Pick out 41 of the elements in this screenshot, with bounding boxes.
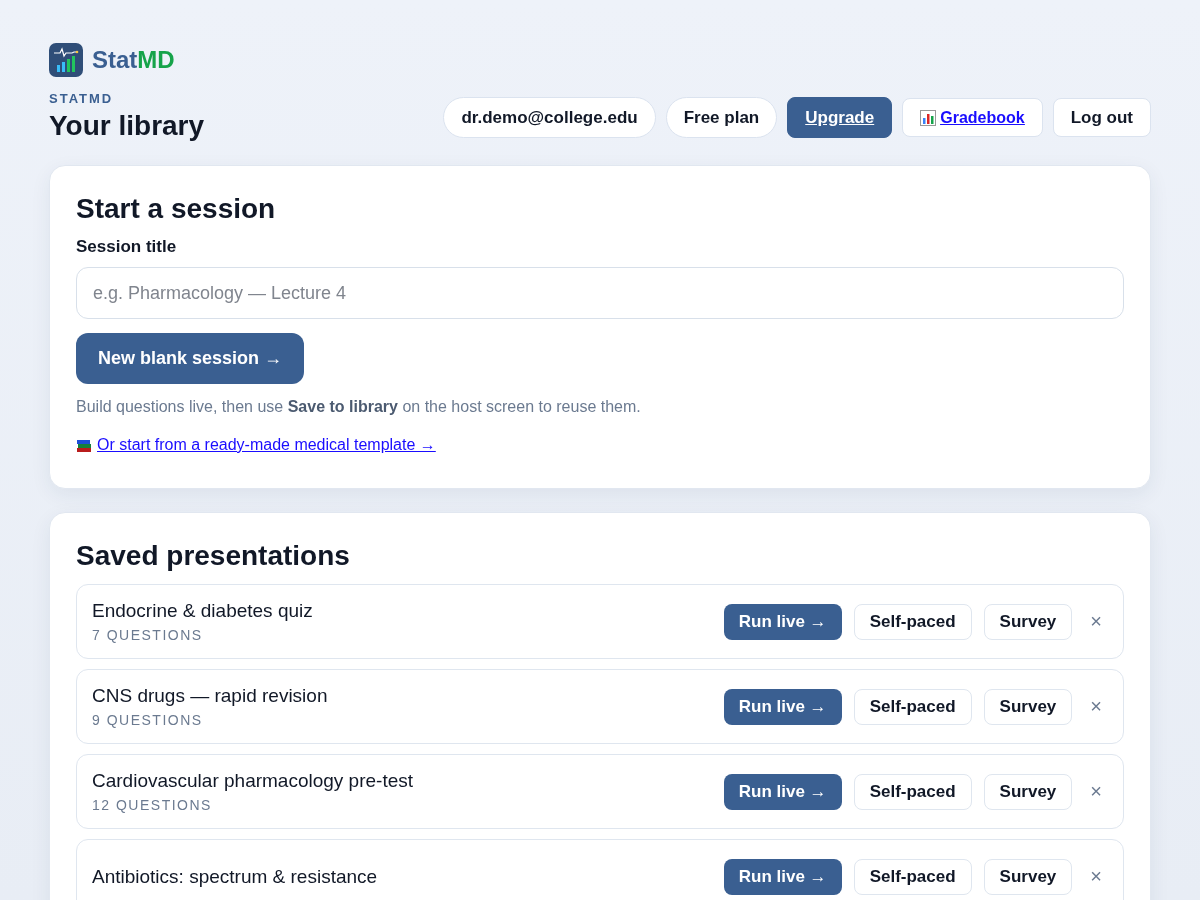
eyebrow-label: STATMD	[49, 91, 115, 106]
survey-button[interactable]: Survey	[983, 603, 1073, 640]
presentation-title: Antibiotics: spectrum & resistance	[92, 865, 378, 888]
survey-button[interactable]: Survey	[983, 858, 1073, 895]
account-pill[interactable]: Free plan	[665, 97, 778, 138]
remove-button[interactable]: ×	[1084, 865, 1108, 888]
logo-icon	[49, 43, 83, 77]
brand-name: StatMD	[92, 46, 175, 74]
presentation-title: Endocrine & diabetes quiz	[92, 600, 313, 622]
remove-button[interactable]: ×	[1084, 610, 1108, 633]
run-live-button[interactable]: Run live →	[723, 773, 842, 810]
self-paced-button[interactable]: Self-paced	[853, 603, 972, 640]
page-title: Your library	[49, 110, 205, 142]
question-count: 12 QUESTIONS	[92, 797, 213, 813]
run-live-button[interactable]: Run live →	[723, 688, 842, 725]
card-title: Saved presentations	[76, 540, 351, 572]
survey-button[interactable]: Survey	[983, 773, 1073, 810]
remove-button[interactable]: ×	[1084, 780, 1108, 803]
header-button[interactable]: Log out	[1052, 98, 1151, 137]
header-button[interactable]: Upgrade	[787, 97, 893, 138]
session-title-field[interactable]: e.g. Pharmacology — Lecture 4	[76, 267, 1124, 319]
new-session-button[interactable]: New blank session →	[76, 333, 305, 384]
template-link[interactable]: Or start from a ready-made medical template →	[97, 436, 436, 454]
survey-button[interactable]: Survey	[983, 688, 1073, 725]
question-count: 9 QUESTIONS	[92, 712, 204, 728]
hint-text: Build questions live, then use Save to library on the host screen to reuse them.	[76, 398, 642, 416]
presentation-title: CNS drugs — rapid revision	[92, 685, 328, 707]
field-label: Session title	[76, 237, 178, 257]
card-title: Start a session	[76, 193, 277, 225]
presentation-title: Cardiovascular pharmacology pre-test	[92, 770, 414, 792]
self-paced-button[interactable]: Self-paced	[853, 858, 972, 895]
self-paced-button[interactable]: Self-paced	[853, 688, 972, 725]
account-pill[interactable]: dr.demo@college.edu	[443, 97, 656, 138]
run-live-button[interactable]: Run live →	[723, 603, 842, 640]
run-live-button[interactable]: Run live →	[723, 858, 842, 895]
remove-button[interactable]: ×	[1084, 695, 1108, 718]
self-paced-button[interactable]: Self-paced	[853, 773, 972, 810]
question-count: 7 QUESTIONS	[92, 627, 204, 643]
gradebook-link[interactable]: Gradebook	[902, 98, 1043, 137]
books-icon	[76, 437, 92, 453]
bar-chart-icon	[920, 109, 937, 126]
